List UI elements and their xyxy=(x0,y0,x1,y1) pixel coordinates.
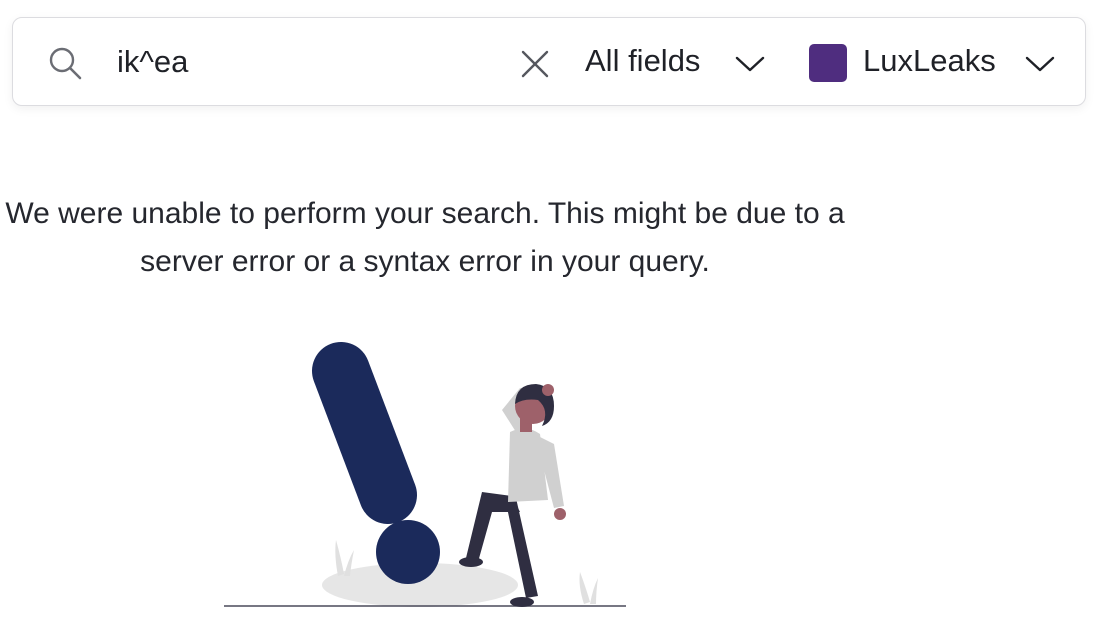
dataset-dropdown[interactable]: LuxLeaks xyxy=(809,40,1069,86)
grass-tuft-right xyxy=(579,572,590,604)
dataset-color-swatch xyxy=(809,44,847,82)
close-icon[interactable] xyxy=(515,44,555,84)
exclamation-dot xyxy=(376,520,440,584)
person-shoe-back xyxy=(510,597,534,607)
person-hand-down xyxy=(554,508,566,520)
field-filter-dropdown[interactable]: All fields xyxy=(585,40,775,86)
search-icon xyxy=(49,47,82,80)
person-hair-bun xyxy=(542,384,554,396)
exclamation-bar xyxy=(312,342,417,524)
dataset-label: LuxLeaks xyxy=(863,43,996,78)
error-illustration xyxy=(224,342,626,607)
error-message: We were unable to perform your search. T… xyxy=(5,197,845,278)
search-bar: All fields LuxLeaks xyxy=(12,17,1086,106)
grass-tuft-left xyxy=(335,540,344,576)
chevron-down-icon xyxy=(1025,56,1055,72)
grass-tuft-right-2 xyxy=(590,578,598,604)
chevron-down-icon xyxy=(735,56,765,72)
person-shoe-front xyxy=(459,557,483,567)
field-filter-label: All fields xyxy=(585,43,701,78)
search-input[interactable] xyxy=(117,40,497,84)
